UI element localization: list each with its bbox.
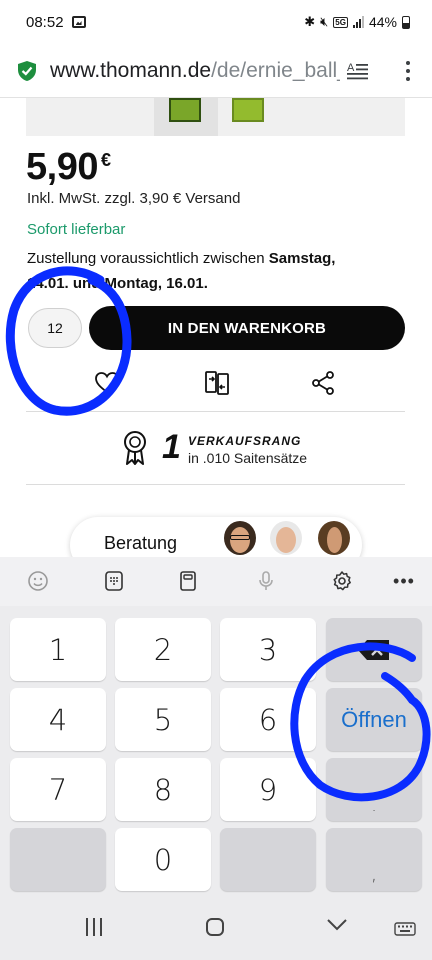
- gallery-thumbnail[interactable]: [230, 98, 266, 136]
- key-1[interactable]: 1: [10, 618, 106, 681]
- blank-key[interactable]: [220, 828, 316, 891]
- status-bar: 08:52 ✱ 🔇︎ 5G 44%: [0, 0, 432, 44]
- battery-percent: 44%: [368, 14, 397, 30]
- compare-icon[interactable]: [204, 370, 230, 396]
- gallery-thumbnail-selected[interactable]: [154, 98, 218, 136]
- status-time: 08:52: [26, 13, 64, 31]
- dot-label: .: [371, 796, 377, 815]
- keyboard-switch-icon[interactable]: [394, 922, 416, 941]
- key-8[interactable]: 8: [115, 758, 211, 821]
- open-action-key[interactable]: Öffnen: [326, 688, 422, 751]
- key-4[interactable]: 4: [10, 688, 106, 751]
- divider: [26, 484, 405, 485]
- blank-key[interactable]: [10, 828, 106, 891]
- award-ribbon-icon: [120, 430, 150, 466]
- recent-apps-icon[interactable]: [86, 918, 102, 936]
- comma-key[interactable]: ,: [326, 828, 422, 891]
- advisor-avatar: [224, 521, 256, 555]
- key-9[interactable]: 9: [220, 758, 316, 821]
- key-7[interactable]: 7: [10, 758, 106, 821]
- price-currency: €: [100, 150, 111, 170]
- divider: [26, 411, 405, 412]
- wishlist-heart-icon[interactable]: [94, 370, 120, 396]
- keyboard-toolbar: •••: [0, 557, 432, 606]
- mute-icon: 🔇︎: [320, 14, 329, 29]
- microphone-icon[interactable]: [254, 569, 278, 593]
- comma-label: ,: [370, 861, 378, 885]
- hide-keyboard-chevron-icon[interactable]: [326, 918, 348, 937]
- keypad-icon[interactable]: [102, 569, 126, 593]
- key-6[interactable]: 6: [220, 688, 316, 751]
- browser-url-bar[interactable]: www.thomann.de/de/ernie_ball_ A: [0, 44, 432, 98]
- key-0[interactable]: 0: [115, 828, 211, 891]
- key-5[interactable]: 5: [115, 688, 211, 751]
- key-3[interactable]: 3: [220, 618, 316, 681]
- product-actions: [26, 366, 405, 400]
- vat-shipping-note: Inkl. MwSt. zzgl. 3,90 € Versand: [27, 190, 241, 207]
- key-2[interactable]: 2: [115, 618, 211, 681]
- rank-category: in .010 Saitensätze: [188, 450, 308, 466]
- advice-label: Beratung: [104, 533, 178, 553]
- svg-text:A: A: [347, 62, 355, 74]
- network-type-icon: 5G: [333, 16, 348, 28]
- battery-icon: [402, 15, 410, 29]
- availability-status: Sofort lieferbar: [27, 221, 126, 238]
- product-price: 5,90 €: [26, 146, 111, 188]
- emoji-icon[interactable]: [26, 569, 50, 593]
- secure-shield-icon[interactable]: [18, 60, 36, 81]
- quantity-field[interactable]: 12: [28, 308, 82, 348]
- advisor-avatar: [270, 521, 302, 555]
- clipboard-icon[interactable]: [176, 569, 200, 593]
- status-icons: ✱ 🔇︎ 5G 44%: [304, 14, 410, 30]
- backspace-icon: [358, 639, 389, 660]
- numeric-keyboard: 1 2 3 4 5 6 Öffnen 7 8 9 . 0 ,: [0, 606, 432, 896]
- browser-menu-icon[interactable]: [398, 59, 418, 83]
- home-icon[interactable]: [206, 918, 224, 936]
- backspace-key[interactable]: [326, 618, 422, 681]
- more-options-icon[interactable]: •••: [392, 569, 416, 593]
- url-text[interactable]: www.thomann.de/de/ernie_ball_: [50, 59, 340, 83]
- delivery-estimate: Zustellung voraussichtlich zwischen Sams…: [27, 250, 336, 292]
- share-icon[interactable]: [310, 370, 336, 396]
- settings-gear-icon[interactable]: [330, 569, 354, 593]
- reader-mode-icon[interactable]: A: [346, 61, 370, 81]
- rank-title: VERKAUFSRANG: [188, 434, 302, 448]
- add-to-cart-button[interactable]: IN DEN WARENKORB: [89, 306, 405, 350]
- rank-number: 1: [162, 428, 181, 466]
- gallery-notification-icon: [71, 16, 86, 28]
- dot-key[interactable]: .: [326, 758, 422, 821]
- signal-icon: [352, 16, 364, 28]
- bluetooth-icon: ✱: [304, 14, 316, 29]
- product-gallery: [26, 98, 405, 136]
- system-navigation-bar: [0, 896, 432, 960]
- advisor-avatar: [318, 521, 350, 555]
